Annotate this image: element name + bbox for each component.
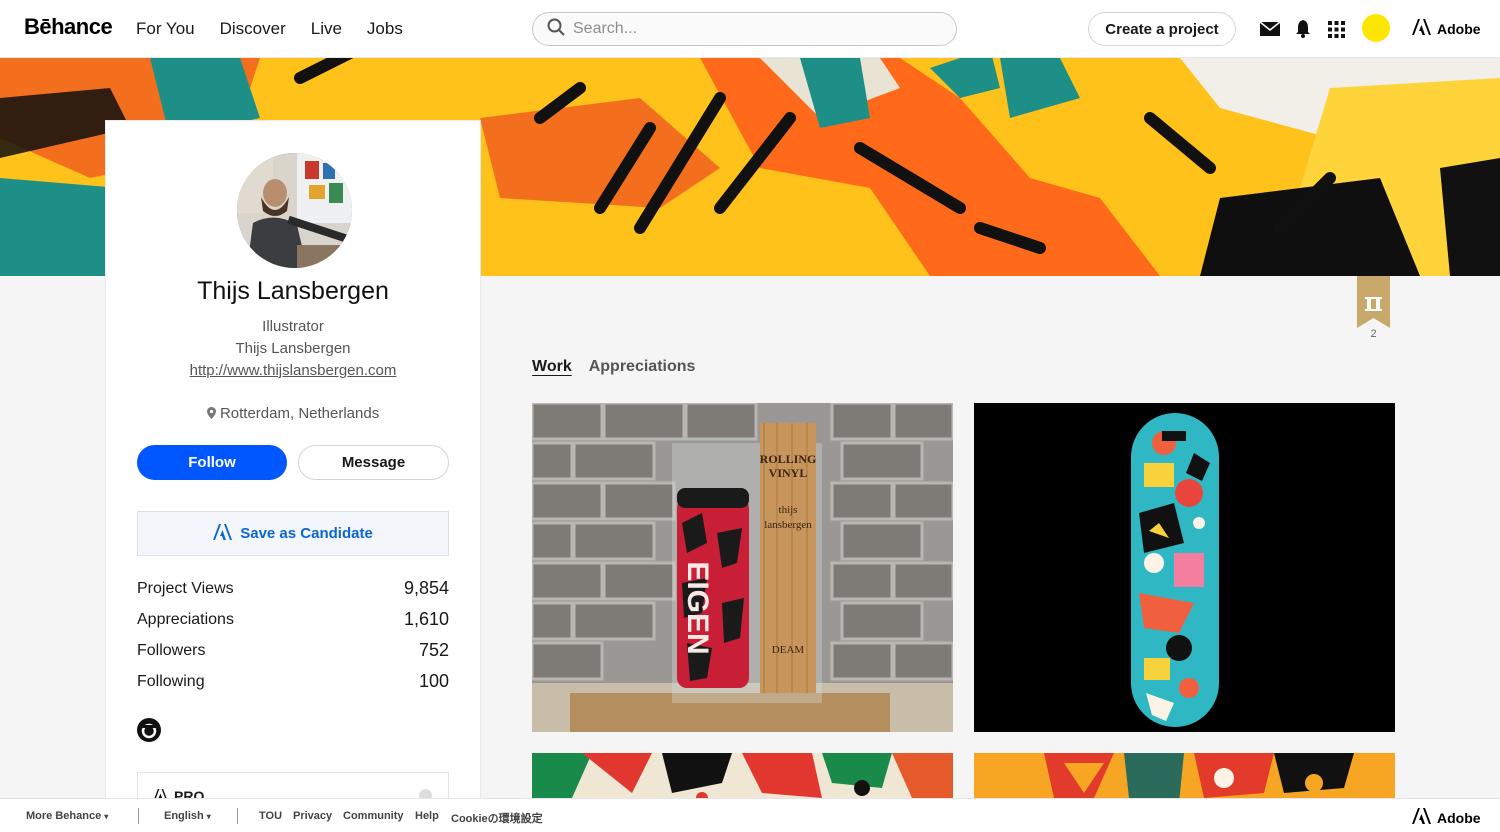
language-selector[interactable]: English ▾ (164, 810, 211, 822)
language-label: English (164, 810, 204, 822)
badge-ribbon-icon[interactable] (1357, 276, 1390, 328)
footer-link-community[interactable]: Community (343, 810, 404, 822)
notification-bell-icon[interactable] (1292, 18, 1314, 40)
follow-button[interactable]: Follow (137, 445, 287, 480)
profile-website-link[interactable]: http://www.thijslansbergen.com (106, 362, 480, 379)
project-thumbnail: ROLLING VINYL thijs lansbergen DEAM EIGE… (532, 403, 953, 732)
tab-work[interactable]: Work (532, 358, 572, 376)
message-button[interactable]: Message (298, 445, 449, 480)
case-text: thijs (779, 504, 798, 516)
stat-value: 1,610 (403, 609, 449, 629)
search-box[interactable] (532, 12, 957, 46)
tab-appreciations[interactable]: Appreciations (589, 358, 696, 376)
adobe-footer-link[interactable]: Adobe (1412, 808, 1481, 827)
nav-for-you[interactable]: For You (136, 19, 195, 39)
chevron-down-icon: ▾ (104, 812, 109, 821)
profile-occupation: Illustrator (262, 318, 324, 335)
adobe-logo-icon (1412, 19, 1431, 38)
stat-value: 752 (418, 640, 449, 660)
nav-discover[interactable]: Discover (220, 19, 286, 39)
project-card[interactable] (974, 403, 1395, 732)
divider (138, 808, 139, 824)
nav-live[interactable]: Live (311, 19, 342, 39)
project-card[interactable]: ROLLING VINYL thijs lansbergen DEAM EIGE… (532, 403, 953, 732)
adobe-logo-icon (213, 523, 233, 544)
can-text: EIGEN (681, 561, 714, 654)
nav-jobs[interactable]: Jobs (367, 19, 403, 39)
stat-label: Project Views (137, 579, 234, 597)
footer-link-privacy[interactable]: Privacy (293, 810, 332, 822)
more-behance-menu[interactable]: More Behance ▾ (26, 810, 108, 822)
adobe-link[interactable]: Adobe (1412, 19, 1481, 38)
profile-card: Thijs Lansbergen Illustrator Thijs Lansb… (105, 120, 481, 812)
badge-count: 2 (1370, 328, 1377, 340)
footer-link-cookie-settings[interactable]: Cookieの環境設定 (451, 810, 543, 826)
footer-link-help[interactable]: Help (415, 810, 439, 822)
case-text: VINYL (769, 466, 808, 480)
profile-company: Thijs Lansbergen (235, 340, 351, 357)
stat-label: Appreciations (137, 610, 234, 628)
profile-location: Rotterdam, Netherlands (106, 405, 480, 422)
stat-value: 9,854 (403, 578, 449, 598)
apps-grid-icon[interactable] (1325, 18, 1347, 40)
more-behance-label: More Behance (26, 810, 102, 822)
stat-appreciations: Appreciations 1,610 (137, 604, 449, 635)
project-thumbnail (974, 403, 1395, 732)
user-avatar[interactable] (1362, 14, 1390, 42)
profile-name: Thijs Lansbergen (197, 277, 389, 305)
profile-tabs: Work Appreciations (532, 358, 695, 376)
adobe-label: Adobe (1437, 809, 1481, 826)
location-text: Rotterdam, Netherlands (219, 405, 380, 422)
stat-value: 100 (418, 671, 449, 691)
adobe-logo-icon (1412, 808, 1431, 827)
profile-stats: Project Views 9,854 Appreciations 1,610 … (137, 573, 449, 697)
behance-logo[interactable]: Bēhance (24, 14, 113, 40)
social-link-icon[interactable] (137, 718, 161, 742)
case-text: DEAM (772, 644, 805, 656)
candidate-label: Save as Candidate (240, 525, 373, 542)
stat-followers[interactable]: Followers 752 (137, 635, 449, 666)
create-project-button[interactable]: Create a project (1088, 12, 1236, 46)
footer-link-tou[interactable]: TOU (259, 810, 282, 822)
search-input[interactable] (573, 20, 933, 38)
profile-avatar[interactable] (237, 153, 352, 268)
adobe-label: Adobe (1437, 20, 1481, 37)
case-text: lansbergen (764, 519, 812, 531)
top-navigation: Bēhance For You Discover Live Jobs Creat… (0, 0, 1500, 58)
save-as-candidate-button[interactable]: Save as Candidate (137, 511, 449, 556)
case-text: ROLLING (760, 452, 817, 466)
profile-photo-image (237, 153, 352, 268)
divider (237, 808, 238, 824)
stat-label: Following (137, 672, 205, 690)
stat-project-views: Project Views 9,854 (137, 573, 449, 604)
stat-label: Followers (137, 641, 206, 659)
mail-icon[interactable] (1259, 18, 1281, 40)
footer: More Behance ▾ English ▾ TOU Privacy Com… (0, 798, 1500, 832)
location-pin-icon (206, 405, 220, 422)
search-icon (547, 18, 565, 41)
main-nav: For You Discover Live Jobs (136, 19, 403, 39)
chevron-down-icon: ▾ (206, 812, 211, 821)
stat-following[interactable]: Following 100 (137, 666, 449, 697)
